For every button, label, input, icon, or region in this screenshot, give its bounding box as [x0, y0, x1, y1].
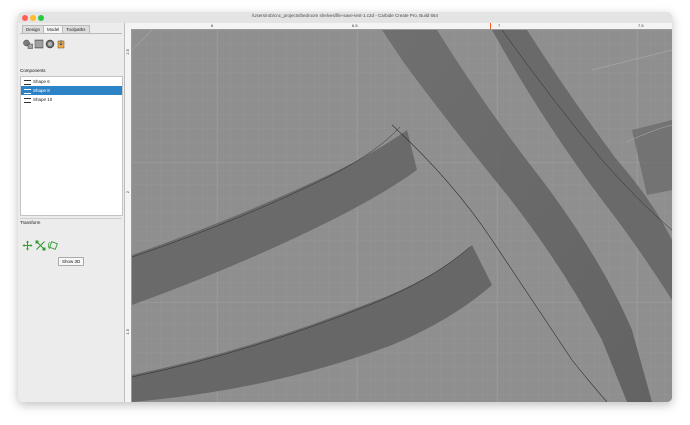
model-canvas-area[interactable]: 6 6.5 7 7.5 2.5 2 1.5 — [125, 23, 672, 402]
app-window: /Users/rob/cnc_projects/bedroom shelves/… — [18, 12, 672, 402]
left-ruler: 2.5 2 1.5 — [125, 29, 132, 402]
transform-label: Transform — [20, 220, 41, 225]
transform-tools — [22, 240, 61, 251]
move-icon[interactable] — [22, 240, 33, 251]
list-item[interactable]: Shape 6 — [21, 77, 122, 86]
panel-tabs: Design Model Toolpaths — [22, 25, 90, 33]
side-panel: Design Model Toolpaths Components Shape … — [18, 23, 125, 402]
top-ruler: 6 6.5 7 7.5 — [125, 23, 672, 30]
texture-icon[interactable] — [34, 39, 44, 49]
components-list: Shape 6 Shape 8 Shape 10 — [20, 76, 123, 216]
ruler-tick-label: 7 — [498, 23, 501, 28]
sphere-icon[interactable] — [45, 39, 55, 49]
layer-icon — [24, 80, 31, 85]
layer-icon — [24, 98, 31, 103]
import-model-icon[interactable] — [56, 39, 66, 49]
window-title: /Users/rob/cnc_projects/bedroom shelves/… — [251, 13, 439, 18]
model-viewport[interactable] — [132, 30, 672, 402]
tab-design[interactable]: Design — [22, 25, 45, 33]
ruler-tick-label: 6 — [211, 23, 214, 28]
ruler-tick-label: 2 — [125, 191, 130, 194]
tab-divider — [20, 33, 122, 34]
ruler-tick-label: 1.5 — [125, 329, 130, 335]
origin-marker — [490, 23, 491, 29]
scale-icon[interactable] — [35, 240, 46, 251]
ruler-tick-label: 6.5 — [352, 23, 358, 28]
tab-toolpaths[interactable]: Toolpaths — [62, 25, 90, 33]
tab-model[interactable]: Model — [43, 25, 64, 33]
list-item[interactable]: Shape 10 — [21, 95, 122, 104]
divider — [20, 218, 122, 219]
model-tools — [23, 39, 67, 49]
layer-icon — [24, 89, 31, 94]
list-item[interactable]: Shape 8 — [21, 86, 122, 95]
add-shapes-icon[interactable] — [23, 39, 33, 49]
ruler-tick-label: 2.5 — [125, 49, 130, 55]
show-3d-button[interactable]: Show 3D — [58, 257, 85, 266]
major-grid — [132, 30, 672, 402]
ruler-tick-label: 7.5 — [638, 23, 644, 28]
rotate-icon[interactable] — [48, 240, 59, 251]
components-label: Components — [20, 68, 46, 73]
